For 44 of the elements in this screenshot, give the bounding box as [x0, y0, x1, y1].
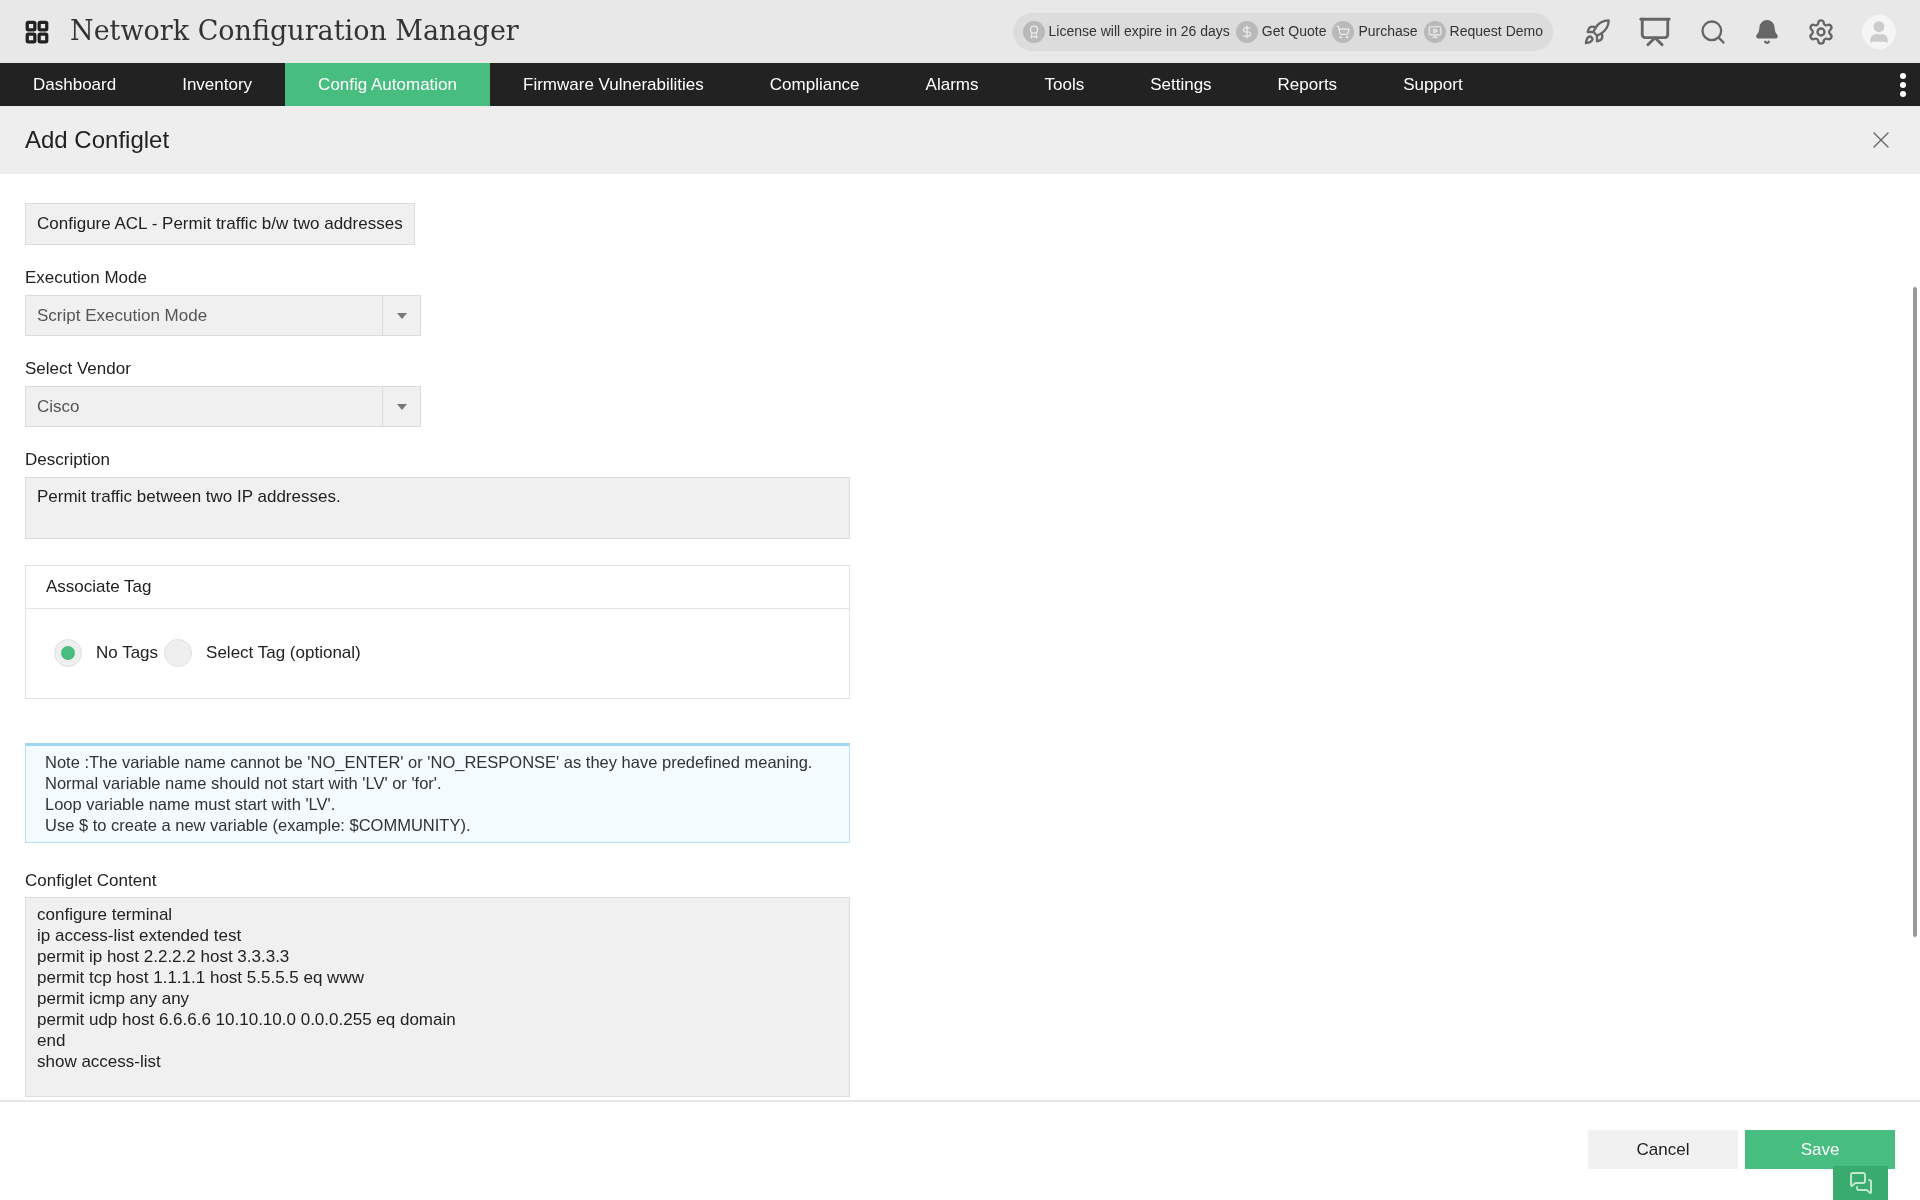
field-label: Description: [25, 449, 112, 471]
description-field[interactable]: Permit traffic between two IP addresses.: [25, 477, 850, 539]
dropdown-field[interactable]: Cisco: [25, 386, 421, 427]
caret-icon: [396, 312, 407, 319]
header-link[interactable]: License will expire in 26 days: [1022, 20, 1230, 43]
award-icon: [1022, 20, 1045, 43]
nav-tab[interactable]: Reports: [1244, 63, 1371, 106]
radio-button[interactable]: [164, 639, 193, 667]
radio-button[interactable]: [54, 639, 82, 667]
screen-icon: [1423, 20, 1446, 43]
rocket-icon[interactable]: [1583, 17, 1611, 46]
chat-icon: [1848, 1171, 1873, 1195]
nav-tab[interactable]: Firmware Vulnerabilities: [490, 63, 737, 106]
cart-icon: [1332, 20, 1355, 43]
bell-icon[interactable]: [1754, 18, 1780, 45]
radio-label: No Tags: [96, 642, 159, 665]
header-link[interactable]: Request Demo: [1423, 20, 1543, 43]
dialog-title: Add Configlet: [25, 125, 170, 155]
name-field[interactable]: Configure ACL - Permit traffic b/w two addresses: [25, 203, 415, 245]
field-label: Configlet Content: [25, 870, 158, 892]
dropdown-field[interactable]: Script Execution Mode: [25, 295, 421, 336]
nav-tab[interactable]: Inventory: [149, 63, 286, 106]
search-icon[interactable]: [1699, 17, 1727, 46]
settings-icon[interactable]: [1807, 17, 1835, 46]
configlet-content-field[interactable]: configure terminal ip access-list extended test permit ip host 2.2.2.2 host 3.3.3.3 permit tcp host 1.1.1.1 host 5.5.5.5 eq www permit icmp any any permit udp host 6.6.6.6 10.10.10.0 0.0.0.255 eq domain end show access-list: [25, 897, 850, 1097]
caret-icon: [396, 403, 407, 410]
field-label: Execution Mode: [25, 267, 148, 289]
nav-tab[interactable]: Alarms: [892, 63, 1012, 106]
scrollbar-thumb[interactable]: [1913, 287, 1917, 937]
note-text: Note :The variable name cannot be 'NO_ENTER' or 'NO_RESPONSE' as they have predefined meaning. Normal variable name should not start with 'LV' or 'for'. Loop variable name must start with 'LV'. Use $ to create a new variable (example: $COMMUNITY).: [45, 752, 814, 836]
field-label: Select Vendor: [25, 358, 132, 380]
nav-tab[interactable]: Settings: [1117, 63, 1245, 106]
nav-tab[interactable]: Compliance: [736, 63, 893, 106]
nav-tab[interactable]: Tools: [1011, 63, 1118, 106]
radio-label: Select Tag (optional): [206, 642, 361, 665]
panel-title: Associate Tag: [46, 576, 152, 599]
apps-grid-icon[interactable]: [24, 18, 50, 45]
app-title: Network Configuration Manager: [70, 14, 519, 49]
cancel-button[interactable]: Cancel: [1588, 1130, 1738, 1169]
dollar-icon: [1235, 20, 1258, 43]
header-link[interactable]: Purchase: [1332, 20, 1418, 43]
nav-tab[interactable]: Dashboard: [0, 63, 150, 106]
header-link[interactable]: Get Quote: [1235, 20, 1327, 43]
nav-tab[interactable]: Support: [1370, 63, 1496, 106]
